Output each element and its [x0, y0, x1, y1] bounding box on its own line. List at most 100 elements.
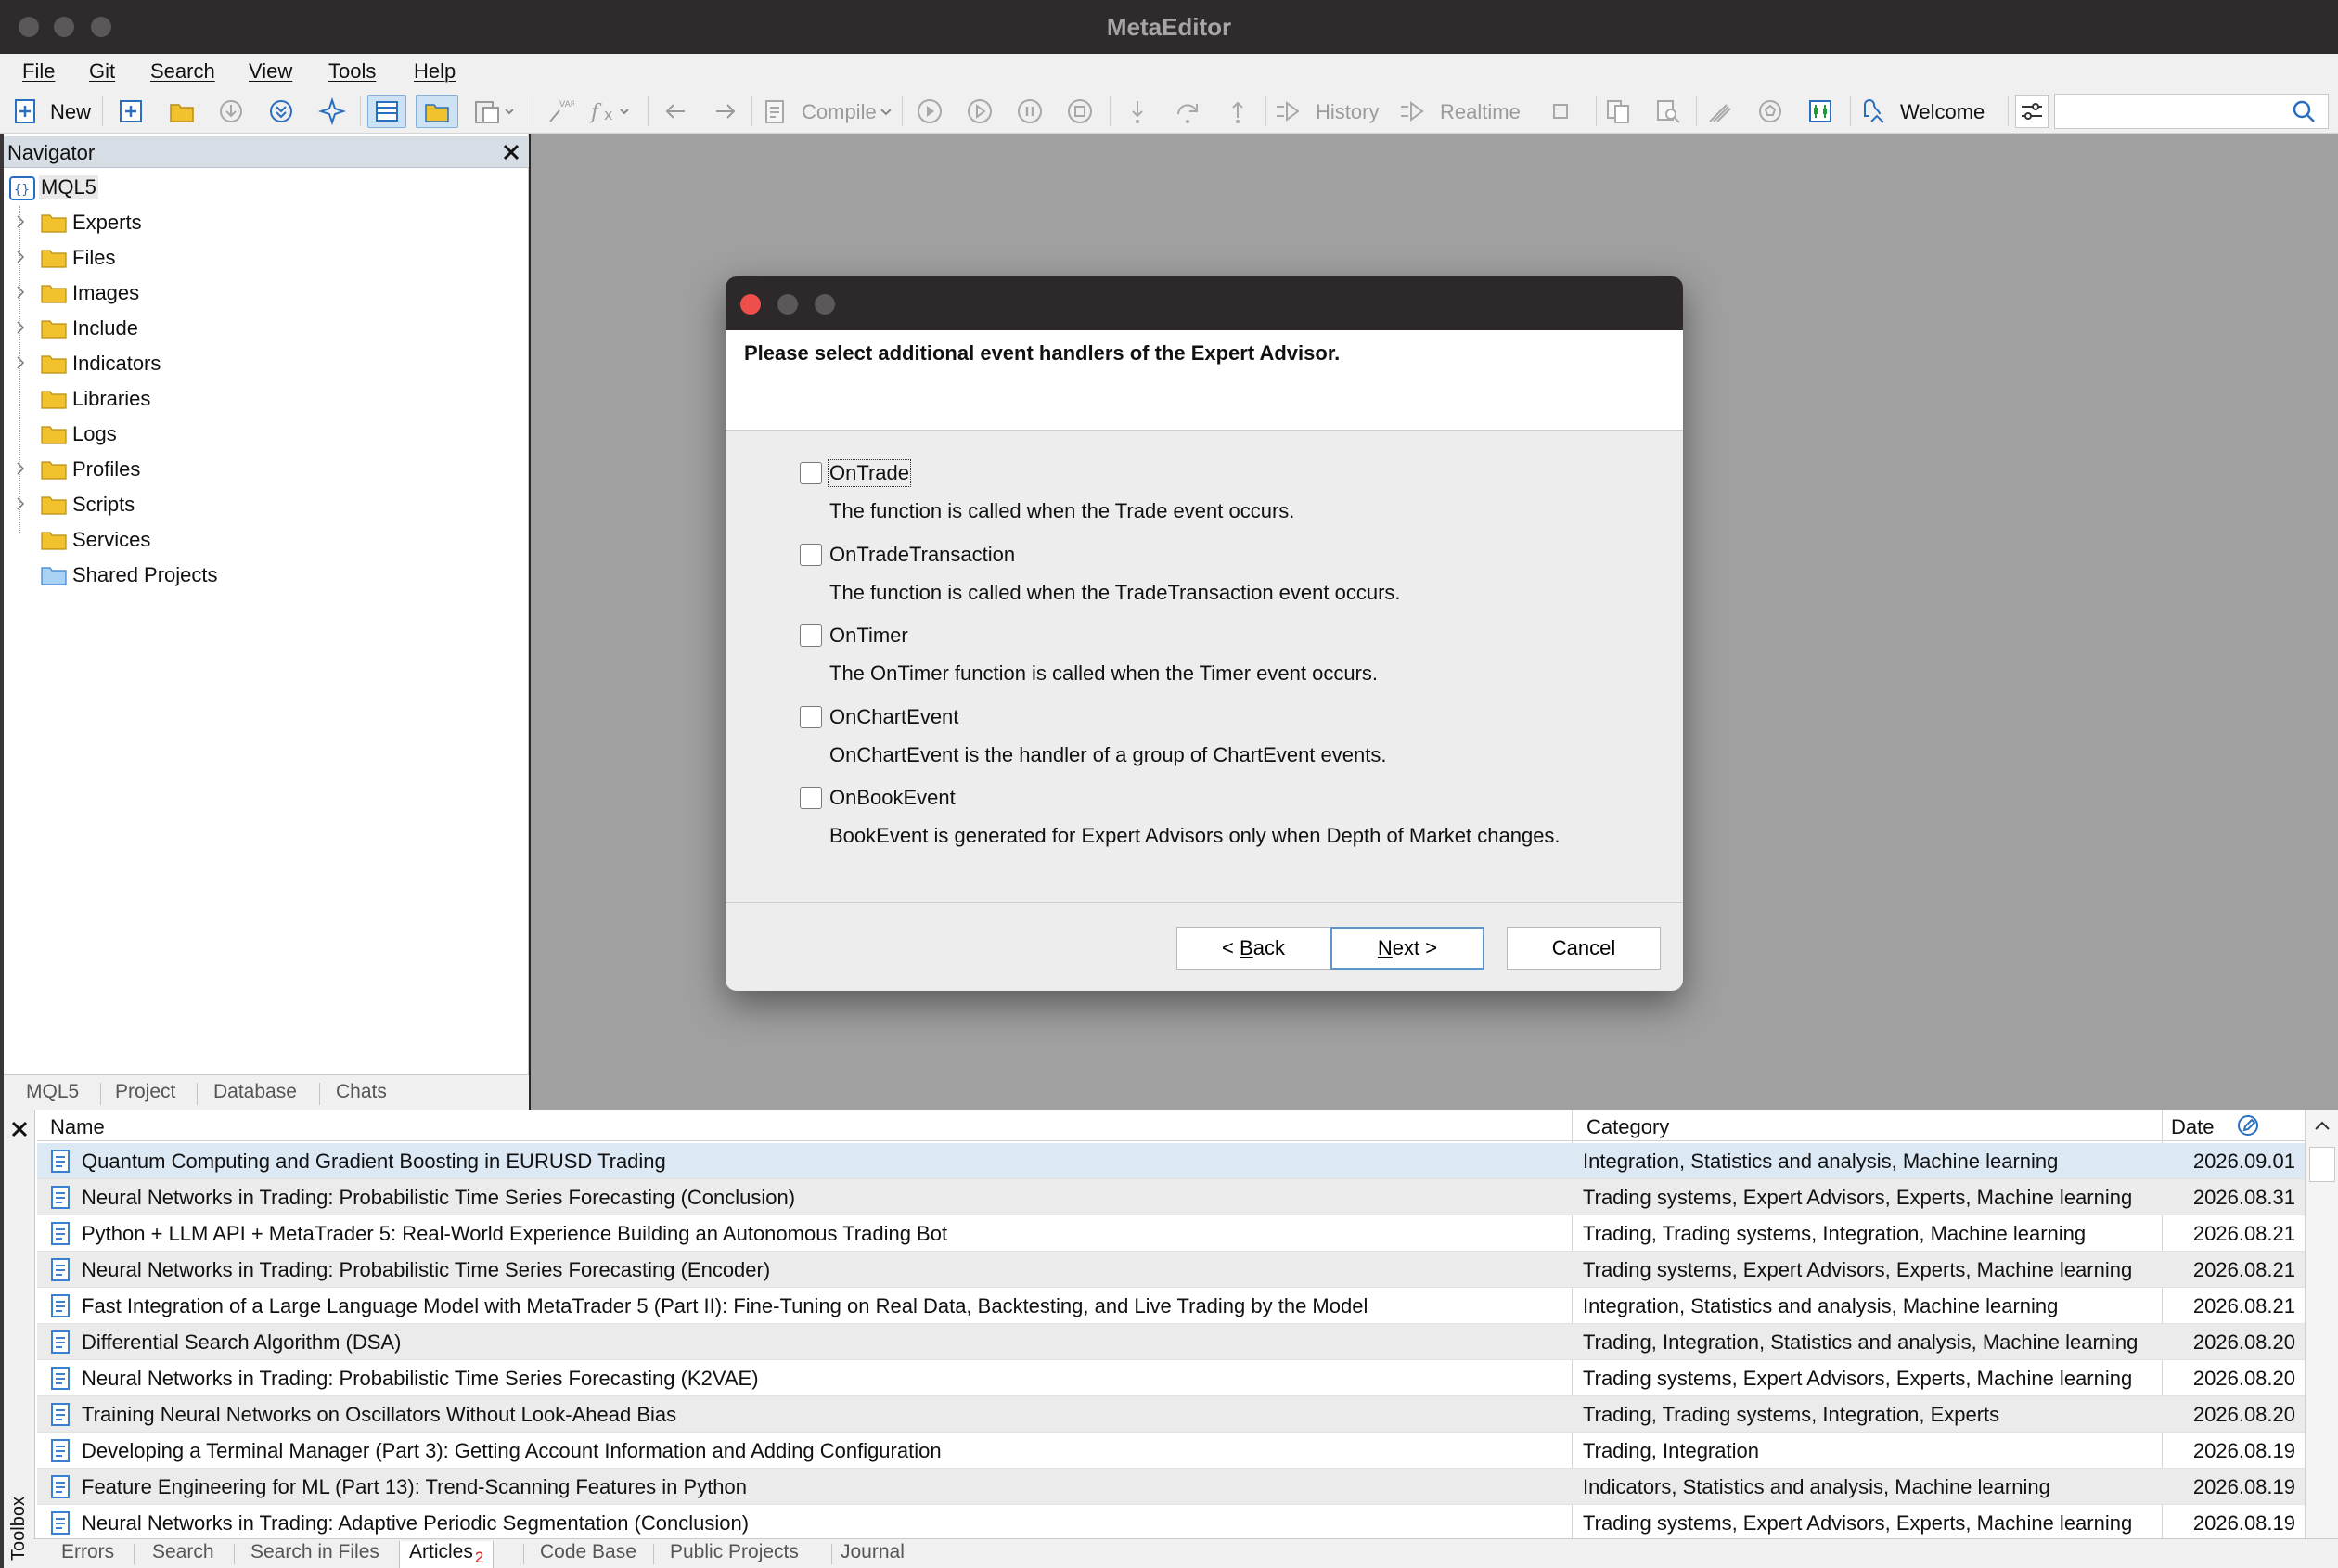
dialog-close-button[interactable] [740, 294, 761, 315]
tree-item-files[interactable]: Files [4, 241, 523, 275]
table-row[interactable]: Neural Networks in Trading: Adaptive Per… [37, 1505, 2305, 1541]
realtime-icon[interactable] [1395, 95, 1429, 128]
realtime-label[interactable]: Realtime [1440, 100, 1521, 124]
tab-public-projects[interactable]: Public Projects [670, 1541, 799, 1563]
scrollbar-thumb[interactable] [2309, 1147, 2335, 1182]
ontrade-label[interactable]: OnTrade [827, 459, 912, 487]
tree-item-libraries[interactable]: Libraries [4, 382, 523, 416]
stop-icon[interactable] [1063, 95, 1097, 128]
tree-item-services[interactable]: Services [4, 523, 523, 557]
variable-icon[interactable]: VAR [544, 95, 577, 128]
history-icon[interactable] [1271, 95, 1304, 128]
table-row[interactable]: Neural Networks in Trading: Probabilisti… [37, 1360, 2305, 1396]
start-debug-real-icon[interactable] [913, 95, 946, 128]
toolbar-search-input[interactable] [2054, 94, 2329, 129]
nav-tab-database[interactable]: Database [213, 1081, 297, 1103]
welcome-label[interactable]: Welcome [1900, 100, 1985, 124]
function-icon[interactable]: fx [586, 95, 638, 128]
tab-code-base[interactable]: Code Base [540, 1541, 636, 1563]
ontimer-checkbox[interactable] [800, 624, 822, 647]
styler-icon[interactable] [1703, 95, 1737, 128]
ontimer-label[interactable]: OnTimer [829, 623, 908, 648]
tree-item-logs[interactable]: Logs [4, 418, 523, 451]
step-over-icon[interactable] [1171, 95, 1204, 128]
tree-item-scripts[interactable]: Scripts [4, 488, 523, 521]
nav-tab-chats[interactable]: Chats [336, 1081, 387, 1103]
new-project-icon[interactable] [115, 95, 147, 128]
navigator-close-icon[interactable] [499, 140, 523, 164]
open-folder-icon[interactable] [165, 95, 199, 128]
table-row[interactable]: Python + LLM API + MetaTrader 5: Real-Wo… [37, 1215, 2305, 1252]
cloud-network-icon[interactable] [1754, 95, 1787, 128]
table-row[interactable]: Quantum Computing and Gradient Boosting … [37, 1143, 2305, 1179]
table-row[interactable]: Differential Search Algorithm (DSA) Tradi… [37, 1324, 2305, 1360]
navigator-toggle-icon[interactable] [367, 95, 406, 128]
tab-search-in-files[interactable]: Search in Files [250, 1541, 379, 1563]
pause-icon[interactable] [1013, 95, 1047, 128]
onbookevent-label[interactable]: OnBookEvent [829, 786, 956, 810]
articles-scrollbar[interactable] [2305, 1110, 2338, 1538]
toolbox-close-icon[interactable] [9, 1119, 30, 1139]
stop-profiling-icon[interactable] [1544, 95, 1577, 128]
menu-search[interactable]: Search [150, 59, 215, 84]
next-button[interactable]: Next > [1330, 927, 1484, 970]
column-header-category[interactable]: Category [1586, 1115, 1669, 1139]
new-button-label[interactable]: New [50, 100, 91, 124]
menu-tools[interactable]: Tools [328, 59, 376, 84]
onbookevent-checkbox[interactable] [800, 787, 822, 809]
table-row[interactable]: Neural Networks in Trading: Probabilisti… [37, 1179, 2305, 1215]
table-row[interactable]: Training Neural Networks on Oscillators … [37, 1396, 2305, 1433]
tree-item-shared-projects[interactable]: Shared Projects [4, 559, 523, 592]
menu-view[interactable]: View [249, 59, 292, 84]
tree-item-include[interactable]: Include [4, 312, 523, 345]
copy-document-icon[interactable] [1601, 95, 1635, 128]
ontrade-checkbox[interactable] [800, 462, 822, 484]
table-row[interactable]: Neural Networks in Trading: Probabilisti… [37, 1252, 2305, 1288]
nav-tab-mql5[interactable]: MQL5 [26, 1081, 79, 1103]
toolbox-toggle-icon[interactable] [416, 95, 458, 128]
forward-arrow-icon[interactable] [709, 95, 742, 128]
start-debug-history-icon[interactable] [963, 95, 996, 128]
onchartevent-label[interactable]: OnChartEvent [829, 705, 958, 729]
tree-item-experts[interactable]: Experts [4, 206, 523, 239]
menu-file[interactable]: File [22, 59, 55, 84]
paste-dropdown-icon[interactable] [469, 95, 521, 128]
download-icon[interactable] [215, 95, 247, 128]
menu-git[interactable]: Git [89, 59, 115, 84]
scroll-up-icon[interactable] [2311, 1115, 2333, 1137]
cancel-button[interactable]: Cancel [1507, 927, 1661, 970]
column-header-name[interactable]: Name [50, 1115, 105, 1139]
tab-search[interactable]: Search [152, 1541, 214, 1563]
history-label[interactable]: History [1316, 100, 1379, 124]
table-row[interactable]: Feature Engineering for ML (Part 13): Tr… [37, 1469, 2305, 1505]
download-all-icon[interactable] [265, 95, 297, 128]
welcome-icon[interactable] [1857, 95, 1891, 128]
compile-dropdown-icon[interactable] [878, 95, 896, 128]
onchartevent-checkbox[interactable] [800, 706, 822, 728]
tab-articles[interactable]: Articles 2 [399, 1541, 495, 1568]
compile-icon[interactable] [759, 95, 790, 128]
tab-errors[interactable]: Errors [61, 1541, 114, 1563]
table-row[interactable]: Fast Integration of a Large Language Mod… [37, 1288, 2305, 1324]
compile-label[interactable]: Compile [802, 100, 877, 124]
tab-journal[interactable]: Journal [841, 1541, 905, 1563]
step-out-icon[interactable] [1221, 95, 1254, 128]
back-button[interactable]: < Back [1176, 927, 1330, 970]
step-into-icon[interactable] [1121, 95, 1154, 128]
market-chart-icon[interactable] [1804, 95, 1837, 128]
tree-item-indicators[interactable]: Indicators [4, 347, 523, 380]
back-arrow-icon[interactable] [659, 95, 692, 128]
tree-item-images[interactable]: Images [4, 276, 523, 310]
tree-item-profiles[interactable]: Profiles [4, 453, 523, 486]
search-settings-icon[interactable] [2015, 95, 2049, 128]
column-header-date[interactable]: Date [2171, 1115, 2214, 1139]
tree-root-mql5[interactable]: {} MQL5 [4, 171, 523, 204]
menu-help[interactable]: Help [414, 59, 456, 84]
ai-assistant-icon[interactable] [315, 95, 349, 128]
search-icon[interactable] [2290, 97, 2319, 127]
ontradetransaction-checkbox[interactable] [800, 544, 822, 566]
nav-tab-project[interactable]: Project [115, 1081, 175, 1103]
find-in-document-icon[interactable] [1651, 95, 1685, 128]
ontradetransaction-label[interactable]: OnTradeTransaction [829, 543, 1015, 567]
new-file-icon[interactable] [9, 95, 41, 128]
